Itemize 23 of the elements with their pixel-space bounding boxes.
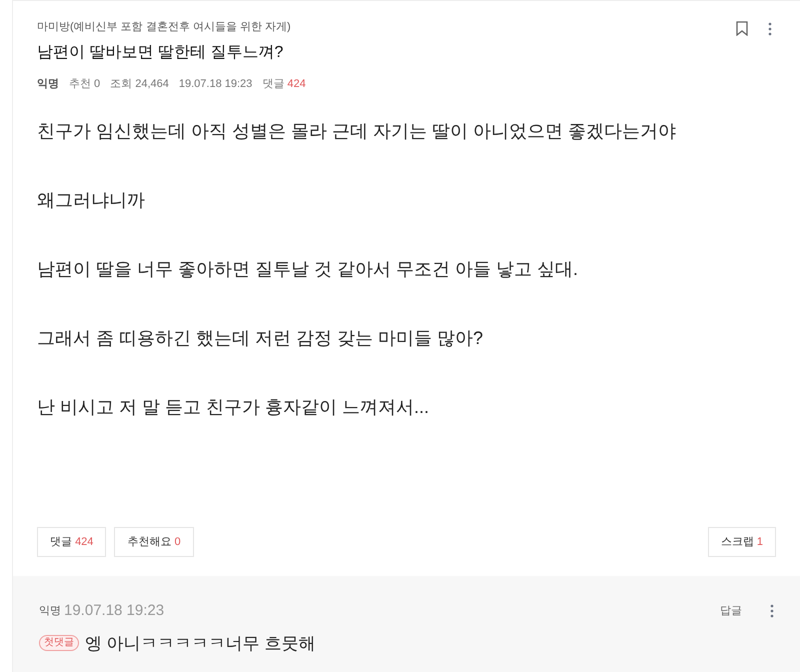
- author: 익명: [37, 76, 59, 92]
- more-icon[interactable]: [770, 604, 774, 618]
- comment-author: 익명: [39, 604, 61, 619]
- comments-count: 댓글 424: [262, 76, 306, 92]
- views-count: 조회 24,464: [110, 76, 169, 92]
- post-paragraph: 남편이 딸을 너무 좋아하면 질투날 것 같아서 무조건 아들 낳고 싶대.: [37, 258, 580, 281]
- comment-text: 엥 아니ㅋㅋㅋㅋㅋ너무 흐뭇해: [85, 632, 316, 654]
- comment-button[interactable]: 댓글 424: [37, 527, 106, 557]
- post-paragraph: 그래서 좀 띠용하긴 했는데 저런 감정 갖는 마미들 많아?: [37, 327, 484, 350]
- more-icon[interactable]: [768, 22, 772, 36]
- bookmark-icon[interactable]: [736, 21, 748, 36]
- post-date: 19.07.18 19:23: [178, 76, 252, 92]
- reply-link[interactable]: 답글: [720, 603, 742, 620]
- post-title: 남편이 딸바보면 딸한테 질투느껴?: [37, 42, 284, 62]
- post-paragraph: 왜그러냐니까: [37, 189, 146, 212]
- comment-date: 19.07.18 19:23: [64, 601, 164, 621]
- first-comment-badge: 첫댓글: [39, 635, 79, 652]
- scrap-button[interactable]: 스크랩 1: [708, 527, 776, 557]
- post-paragraph: 난 비시고 저 말 듣고 친구가 흉자같이 느껴져서...: [37, 396, 430, 419]
- like-button[interactable]: 추천해요 0: [114, 527, 194, 557]
- post-paragraph: 친구가 임신했는데 아직 성별은 몰라 근데 자기는 딸이 아니었으면 좋겠다는거야: [37, 120, 678, 143]
- likes-count: 추천 0: [69, 76, 100, 92]
- board-name[interactable]: 마미방(예비신부 포함 결혼전후 여시들을 위한 자게): [37, 19, 776, 36]
